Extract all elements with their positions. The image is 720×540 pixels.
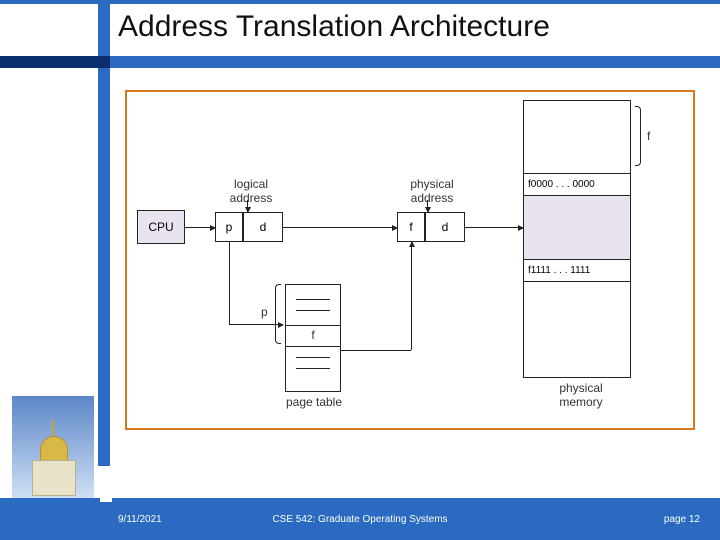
title-bar-corner <box>98 56 110 68</box>
footer-page: page 12 <box>664 514 700 525</box>
arrow-d-to-d <box>283 227 397 228</box>
physical-address-label: physical address <box>397 178 467 206</box>
brace-p-label: p <box>261 306 268 320</box>
cpu-box: CPU <box>137 210 185 244</box>
page-table-label: page table <box>283 396 345 410</box>
arrow-cpu-to-logical <box>185 227 215 228</box>
logical-d-box: d <box>243 212 283 242</box>
line-f-up <box>411 242 412 350</box>
physical-memory: f0000 . . . 0000 f1111 . . . 1111 <box>523 100 631 378</box>
cpu-label: CPU <box>148 220 173 234</box>
frame-bottom-label: f1111 . . . 1111 <box>528 265 590 276</box>
page-table-f-label: f <box>311 329 314 343</box>
logo-dome-icon <box>12 396 94 498</box>
logical-d-label: d <box>260 220 267 234</box>
page-table: f <box>285 284 341 392</box>
physical-f-label: f <box>409 220 412 234</box>
footer-course: CSE 542: Graduate Operating Systems <box>0 514 720 525</box>
logical-p-box: p <box>215 212 243 242</box>
physical-memory-label: physical memory <box>541 382 621 410</box>
slide: Address Translation Architecture CPU p d… <box>0 0 720 540</box>
physical-d-label: d <box>442 220 449 234</box>
arrow-physaddr-label <box>427 200 428 212</box>
brace-p <box>275 284 281 344</box>
left-vertical-bar <box>98 4 110 466</box>
arrow-logaddr-label <box>247 200 248 212</box>
physical-f-box: f <box>397 212 425 242</box>
footer-accent <box>100 490 112 502</box>
brace-f <box>635 106 641 166</box>
line-f-right <box>341 350 411 351</box>
logical-address-label: logical address <box>219 178 283 206</box>
line-p-down <box>229 242 230 324</box>
footer-bar: 9/11/2021 CSE 542: Graduate Operating Sy… <box>0 500 720 540</box>
physical-d-box: d <box>425 212 465 242</box>
brace-f-label: f <box>647 130 650 144</box>
frame-top-label: f0000 . . . 0000 <box>528 179 595 190</box>
title-bar-left <box>0 56 98 68</box>
title-bar-right <box>98 56 720 68</box>
arrow-to-memory <box>465 227 523 228</box>
address-translation-diagram: CPU p d logical address f d physical add… <box>125 90 695 430</box>
slide-title: Address Translation Architecture <box>118 10 550 44</box>
logical-p-label: p <box>226 220 233 234</box>
